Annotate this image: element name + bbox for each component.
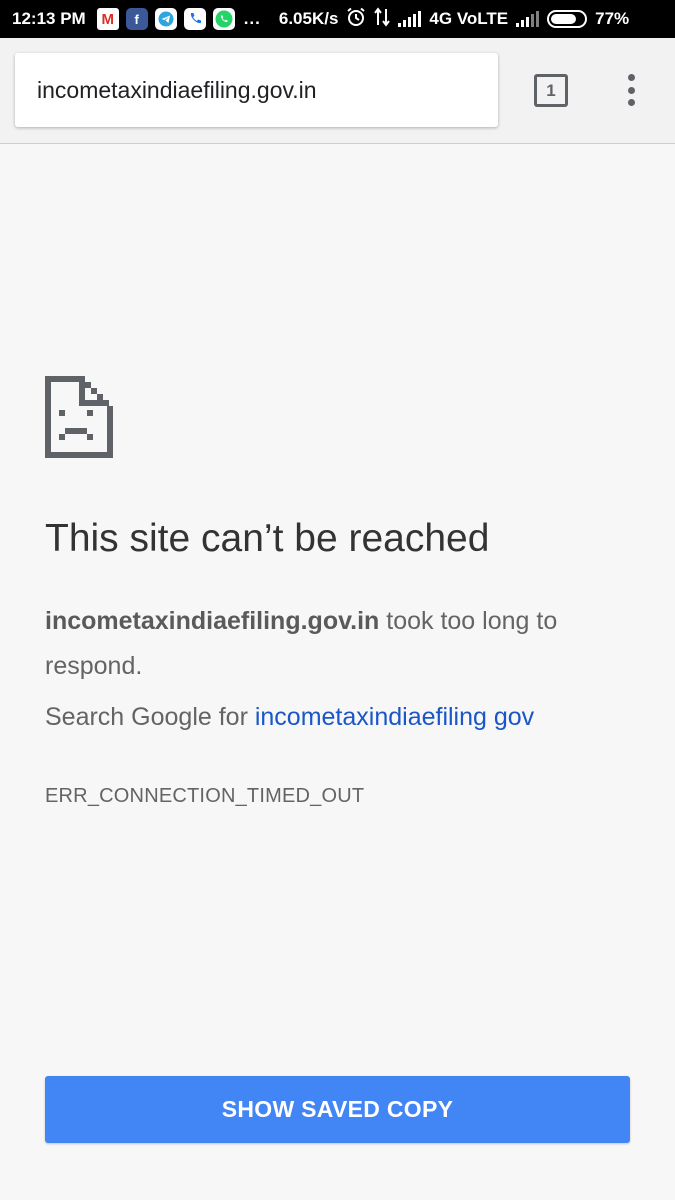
menu-dot — [627, 86, 635, 94]
battery-percent: 77% — [595, 9, 630, 28]
signal-strength-icon-2 — [516, 11, 540, 27]
telegram-icon — [154, 8, 177, 30]
error-title: This site can’t be reached — [45, 517, 490, 560]
overflow-menu-button[interactable] — [616, 72, 646, 108]
error-message: incometaxindiaefiling.gov.in took too lo… — [45, 599, 625, 689]
sad-document-icon — [45, 376, 113, 458]
more-notifications: ... — [243, 9, 261, 28]
status-time: 12:13 PM — [12, 9, 86, 28]
gmail-icon: M — [96, 8, 119, 30]
tab-switcher-button[interactable]: 1 — [534, 74, 568, 107]
alarm-icon — [346, 7, 366, 32]
data-transfer-icon — [374, 6, 391, 32]
search-suggestion: Search Google for incometaxindiaefiling … — [45, 703, 534, 732]
whatsapp-icon — [212, 8, 235, 30]
error-code: ERR_CONNECTION_TIMED_OUT — [45, 785, 365, 807]
signal-strength-icon — [398, 11, 422, 27]
address-bar-url: incometaxindiaefiling.gov.in — [37, 76, 317, 103]
address-bar[interactable]: incometaxindiaefiling.gov.in — [15, 53, 498, 127]
search-google-link[interactable]: incometaxindiaefiling gov — [255, 703, 534, 731]
phone-icon — [183, 8, 206, 30]
error-page: This site can’t be reached incometaxindi… — [0, 145, 675, 1200]
network-type: 4G VoLTE — [429, 9, 509, 28]
status-bar: 12:13 PM M f ... 6.05K/s 4G VoLTE 77% — [0, 0, 675, 38]
browser-toolbar: incometaxindiaefiling.gov.in 1 — [0, 38, 675, 144]
facebook-icon: f — [125, 8, 148, 30]
show-saved-copy-button[interactable]: SHOW SAVED COPY — [45, 1076, 630, 1143]
net-speed: 6.05K/s — [278, 9, 339, 28]
menu-dot — [627, 99, 635, 106]
battery-icon — [547, 10, 588, 28]
search-prefix: Search Google for — [45, 703, 255, 731]
menu-dot — [627, 74, 635, 81]
error-host: incometaxindiaefiling.gov.in — [45, 607, 380, 635]
tab-count: 1 — [546, 80, 556, 100]
